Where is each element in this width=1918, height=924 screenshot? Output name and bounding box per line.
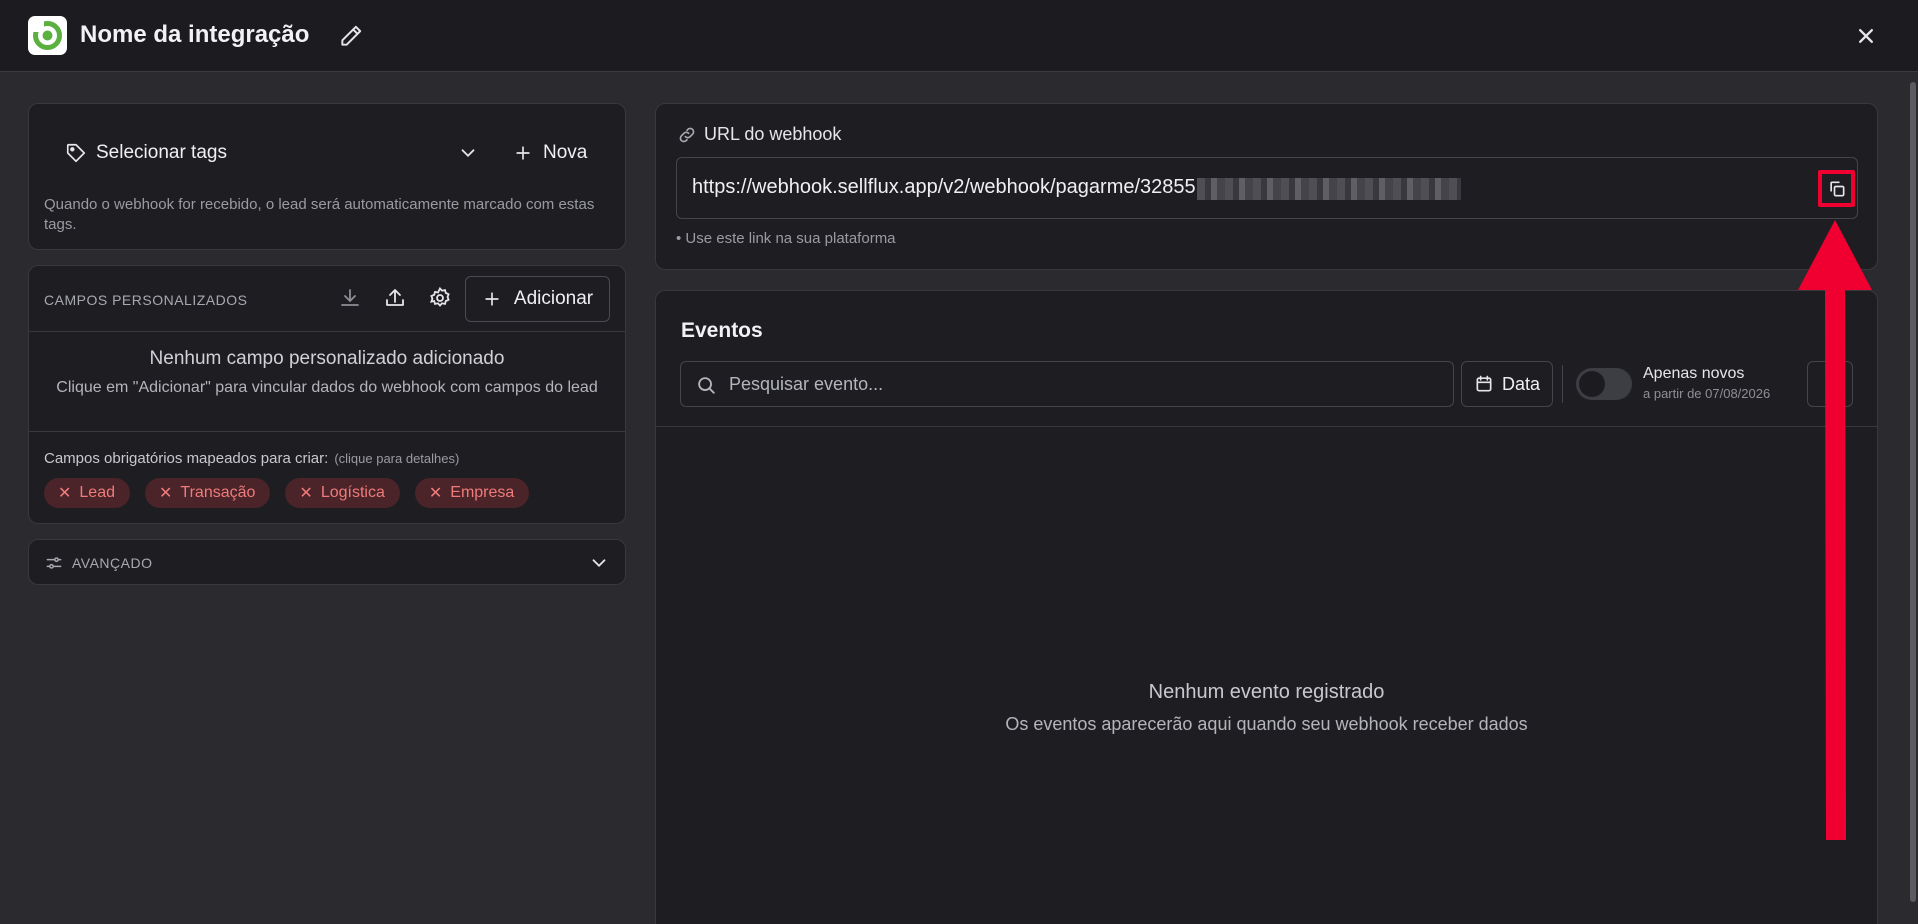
calendar-icon (1474, 374, 1494, 394)
date-filter-button[interactable]: Data (1461, 361, 1553, 407)
chevron-down-icon[interactable] (588, 552, 610, 574)
link-icon (677, 125, 697, 145)
sliders-icon (44, 553, 64, 573)
events-card: Eventos Data Apenas novos a partir de 07… (655, 290, 1878, 924)
copy-button[interactable] (1818, 170, 1855, 207)
events-title: Eventos (681, 319, 763, 342)
plus-icon (513, 143, 533, 163)
plus-icon (482, 289, 502, 309)
tags-select[interactable]: Selecionar tags (96, 140, 227, 166)
webhook-url-card: URL do webhook https://webhook.sellflux.… (655, 103, 1878, 270)
events-empty-title: Nenhum evento registrado (1148, 681, 1385, 703)
custom-fields-empty: Nenhum campo personalizado adicionado Cl… (29, 332, 625, 432)
empty-subtitle: Clique em "Adicionar" para vincular dado… (56, 379, 598, 396)
custom-fields-card: CAMPOS PERSONALIZADOS Adicionar Nenhum c… (28, 265, 626, 524)
required-chips: ✕ Lead ✕ Transação ✕ Logística ✕ Empresa (44, 478, 530, 508)
webhook-url-field[interactable]: https://webhook.sellflux.app/v2/webhook/… (676, 157, 1858, 219)
tag-icon (65, 142, 87, 164)
event-search-input[interactable] (729, 362, 1429, 406)
chip-empresa[interactable]: ✕ Empresa (414, 478, 530, 508)
webhook-url-label: URL do webhook (704, 124, 842, 144)
chip-lead[interactable]: ✕ Lead (44, 478, 130, 508)
empty-title: Nenhum campo personalizado adicionado (149, 348, 505, 369)
chip-logistica[interactable]: ✕ Logística (285, 478, 400, 508)
chip-transacao[interactable]: ✕ Transação (145, 478, 271, 508)
top-bar: Nome da integração (0, 0, 1918, 72)
sellflux-logo (28, 16, 67, 55)
chevron-down-icon[interactable] (457, 142, 479, 164)
pencil-icon[interactable] (338, 23, 364, 49)
search-icon (695, 374, 717, 396)
required-label-text: Campos obrigatórios mapeados para criar: (44, 450, 329, 467)
close-icon: ✕ (159, 485, 173, 502)
add-field-label: Adicionar (513, 288, 594, 309)
custom-fields-header: CAMPOS PERSONALIZADOS Adicionar (29, 266, 625, 332)
page-title: Nome da integração (80, 21, 310, 48)
advanced-label: AVANÇADO (72, 555, 153, 571)
advanced-section[interactable]: AVANÇADO (28, 539, 626, 585)
add-field-button[interactable]: Adicionar (465, 276, 610, 322)
gear-icon[interactable] (428, 286, 454, 312)
required-details-link[interactable]: (clique para detalhes) (334, 451, 459, 466)
only-new-label: Apenas novos (1643, 365, 1745, 382)
redacted-url-segment (1197, 178, 1461, 200)
copy-icon (1827, 179, 1847, 199)
toggle-knob (1579, 371, 1605, 397)
date-filter-label: Data (1501, 373, 1541, 394)
webhook-url-note: • Use este link na sua plataforma (676, 230, 896, 247)
required-fields-label: Campos obrigatórios mapeados para criar:… (44, 450, 459, 467)
only-new-toggle[interactable] (1576, 368, 1632, 400)
new-tag-label: Nova (543, 142, 588, 163)
divider (656, 426, 1877, 427)
new-tag-button[interactable]: Nova (513, 138, 587, 168)
divider (1562, 365, 1563, 403)
scrollbar-thumb[interactable] (1910, 82, 1916, 902)
tags-card: Selecionar tags Nova Quando o webhook fo… (28, 103, 626, 250)
close-icon: ✕ (428, 485, 443, 502)
download-icon[interactable] (338, 286, 364, 312)
close-icon[interactable] (1852, 22, 1880, 50)
tags-help-text: Quando o webhook for recebido, o lead se… (44, 196, 595, 233)
event-search-box[interactable] (680, 361, 1454, 407)
events-empty-subtitle: Os eventos aparecerão aqui quando seu we… (1005, 714, 1528, 734)
upload-icon[interactable] (383, 286, 409, 312)
scrollbar[interactable] (1910, 78, 1916, 924)
annotation-arrow (1780, 216, 1890, 844)
custom-fields-title: CAMPOS PERSONALIZADOS (44, 292, 248, 308)
only-new-date: a partir de 07/08/2026 (1643, 386, 1771, 401)
webhook-url-text: https://webhook.sellflux.app/v2/webhook/… (692, 176, 1196, 198)
close-icon: ✕ (58, 485, 72, 502)
close-icon: ✕ (299, 485, 313, 502)
